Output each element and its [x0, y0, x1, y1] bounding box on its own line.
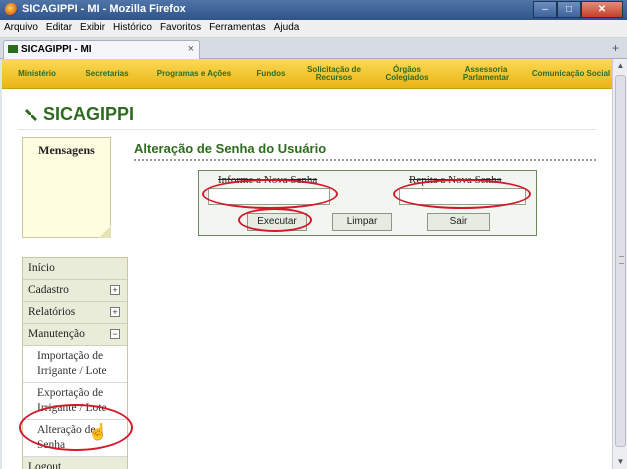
menu-item-label: Cadastro: [28, 284, 69, 296]
exit-button[interactable]: Sair: [427, 213, 490, 231]
nav-programas-acoes[interactable]: Programas e Ações: [142, 59, 246, 88]
collapse-icon[interactable]: −: [110, 329, 120, 339]
new-password-input[interactable]: [208, 188, 330, 205]
submenu-exportacao[interactable]: Exportação de Irrigante / Lote: [23, 383, 127, 420]
menu-item-inicio[interactable]: Início: [23, 258, 127, 280]
window-controls: – □ ✕: [533, 1, 623, 18]
hand-cursor-icon: ☝: [88, 424, 108, 441]
minimize-button[interactable]: –: [533, 1, 557, 18]
nav-orgaos-colegiados[interactable]: Órgãos Colegiados: [372, 59, 442, 88]
scroll-down-icon[interactable]: ▼: [613, 455, 627, 469]
nav-ministerio[interactable]: Ministério: [2, 59, 72, 88]
new-password-label: Informe a Nova Senha: [218, 174, 318, 186]
menu-favoritos[interactable]: Favoritos: [156, 20, 205, 33]
tab-label: SICAGIPPI - MI: [21, 44, 92, 55]
vertical-scrollbar[interactable]: ▲ ▼: [612, 59, 627, 469]
menu-item-logout[interactable]: Logout: [23, 457, 127, 469]
arrow-logo-icon: [25, 108, 37, 121]
nav-solicitacao-recursos[interactable]: Solicitação de Recursos: [296, 59, 372, 88]
menu-ajuda[interactable]: Ajuda: [270, 20, 304, 33]
menu-item-relatorios[interactable]: Relatórios +: [23, 302, 127, 324]
close-window-button[interactable]: ✕: [581, 1, 623, 18]
menu-editar[interactable]: Editar: [42, 20, 76, 33]
browser-tabbar: SICAGIPPI - MI × +: [0, 38, 627, 59]
submenu-importacao[interactable]: Importação de Irrigante / Lote: [23, 346, 127, 383]
scroll-up-icon[interactable]: ▲: [613, 59, 627, 73]
menu-item-cadastro[interactable]: Cadastro +: [23, 280, 127, 302]
menu-item-label: Início: [28, 262, 55, 274]
messages-panel: Mensagens: [22, 137, 111, 238]
browser-tab[interactable]: SICAGIPPI - MI ×: [3, 40, 200, 59]
brand-name: SICAGIPPI: [43, 104, 135, 124]
header-divider: [18, 129, 596, 130]
left-menu: Início Cadastro + Relatórios + Manutençã…: [22, 257, 128, 469]
menu-item-manutencao[interactable]: Manutenção −: [23, 324, 127, 346]
top-navigation: Ministério Secretarias Programas e Ações…: [2, 59, 612, 89]
nav-secretarias[interactable]: Secretarias: [72, 59, 142, 88]
execute-button[interactable]: Executar: [247, 213, 307, 231]
menu-item-label: Relatórios: [28, 306, 76, 318]
nav-fundos[interactable]: Fundos: [246, 59, 296, 88]
menu-ferramentas[interactable]: Ferramentas: [205, 20, 270, 33]
menu-arquivo[interactable]: Arquivo: [0, 20, 42, 33]
tab-close-icon[interactable]: ×: [188, 43, 194, 55]
expand-icon[interactable]: +: [110, 307, 120, 317]
nav-comunicacao-social[interactable]: Comunicação Social: [530, 59, 612, 88]
menu-exibir[interactable]: Exibir: [76, 20, 109, 33]
expand-icon[interactable]: +: [110, 285, 120, 295]
title-divider: [134, 159, 596, 161]
brand-logo: SICAGIPPI: [24, 104, 134, 125]
menu-item-label: Manutenção: [28, 328, 85, 340]
maximize-button[interactable]: □: [557, 1, 581, 18]
messages-title: Mensagens: [38, 143, 95, 157]
new-tab-icon[interactable]: +: [612, 41, 619, 55]
firefox-icon: [5, 3, 18, 16]
nav-assessoria-parlamentar[interactable]: Assessoria Parlamentar: [442, 59, 530, 88]
window-title: SICAGIPPI - MI - Mozilla Firefox: [22, 3, 186, 15]
menu-historico[interactable]: Histórico: [109, 20, 156, 33]
password-form: Informe a Nova Senha Repita a Nova Senha…: [198, 170, 537, 236]
clear-button[interactable]: Limpar: [332, 213, 392, 231]
menu-item-label: Logout: [28, 461, 62, 469]
repeat-password-input[interactable]: [399, 188, 526, 205]
scroll-thumb[interactable]: [615, 75, 626, 447]
browser-menubar: Arquivo Editar Exibir Histórico Favorito…: [0, 20, 627, 38]
submenu-alteracao-senha[interactable]: Alteração de Senha: [23, 420, 127, 457]
web-page: Ministério Secretarias Programas e Ações…: [2, 59, 612, 469]
repeat-password-label: Repita a Nova Senha: [409, 174, 502, 186]
window-titlebar: SICAGIPPI - MI - Mozilla Firefox – □ ✕: [0, 0, 627, 20]
page-title: Alteração de Senha do Usuário: [134, 141, 327, 156]
site-favicon-icon: [8, 45, 18, 53]
page-fold-icon: [99, 226, 111, 238]
